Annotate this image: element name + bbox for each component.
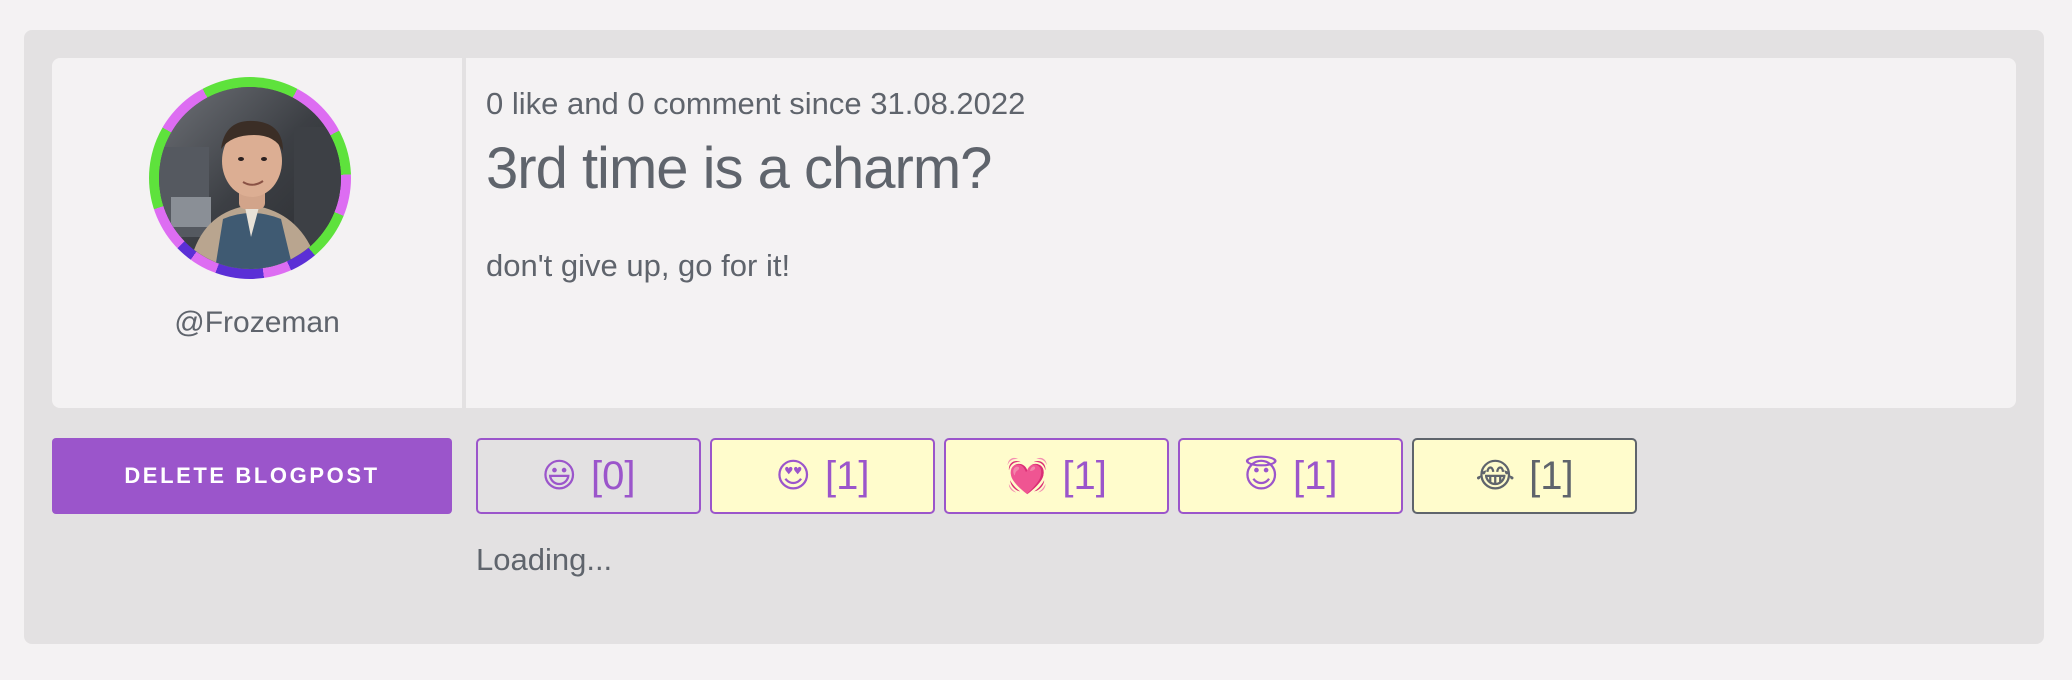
smiley-emoji-icon: 😃 [541, 457, 577, 495]
reaction-count: [0] [590, 453, 636, 498]
halo-emoji-icon: 😇 [1243, 457, 1279, 495]
post-body: don't give up, go for it! [486, 248, 791, 283]
heart-eyes-emoji-icon: 😍 [775, 457, 811, 495]
blogpost-container: @Frozeman 0 like and 0 comment since 31.… [24, 30, 2044, 644]
reaction-smiley-button[interactable]: 😃 [0] [476, 438, 701, 514]
reaction-halo-button[interactable]: 😇 [1] [1178, 438, 1403, 514]
reaction-tears-of-joy-button[interactable]: 😂 [1] [1412, 438, 1637, 514]
author-handle[interactable]: @Frozeman [52, 306, 462, 340]
reaction-bar: 😃 [0] 😍 [1] 💓 [1] 😇 [1] 😂 [1] [476, 438, 1637, 514]
loading-status: Loading... [476, 542, 613, 577]
reaction-count: [1] [824, 453, 870, 498]
delete-blogpost-button[interactable]: Delete Blogpost [52, 438, 452, 514]
reaction-count: [1] [1292, 453, 1338, 498]
user-avatar-photo-icon [159, 87, 341, 269]
post-content: 0 like and 0 comment since 31.08.2022 3r… [466, 58, 2016, 408]
reaction-count: [1] [1529, 453, 1574, 498]
post-meta: 0 like and 0 comment since 31.08.2022 [486, 86, 1026, 121]
reaction-beating-heart-button[interactable]: 💓 [1] [944, 438, 1169, 514]
post-title: 3rd time is a charm? [486, 136, 992, 201]
reaction-heart-eyes-button[interactable]: 😍 [1] [710, 438, 935, 514]
beating-heart-emoji-icon: 💓 [1006, 457, 1049, 495]
avatar[interactable] [149, 77, 351, 279]
blogpost-card: @Frozeman 0 like and 0 comment since 31.… [52, 58, 2016, 408]
author-panel: @Frozeman [52, 58, 466, 408]
tears-of-joy-emoji-icon: 😂 [1475, 457, 1516, 495]
reaction-count: [1] [1062, 453, 1107, 498]
